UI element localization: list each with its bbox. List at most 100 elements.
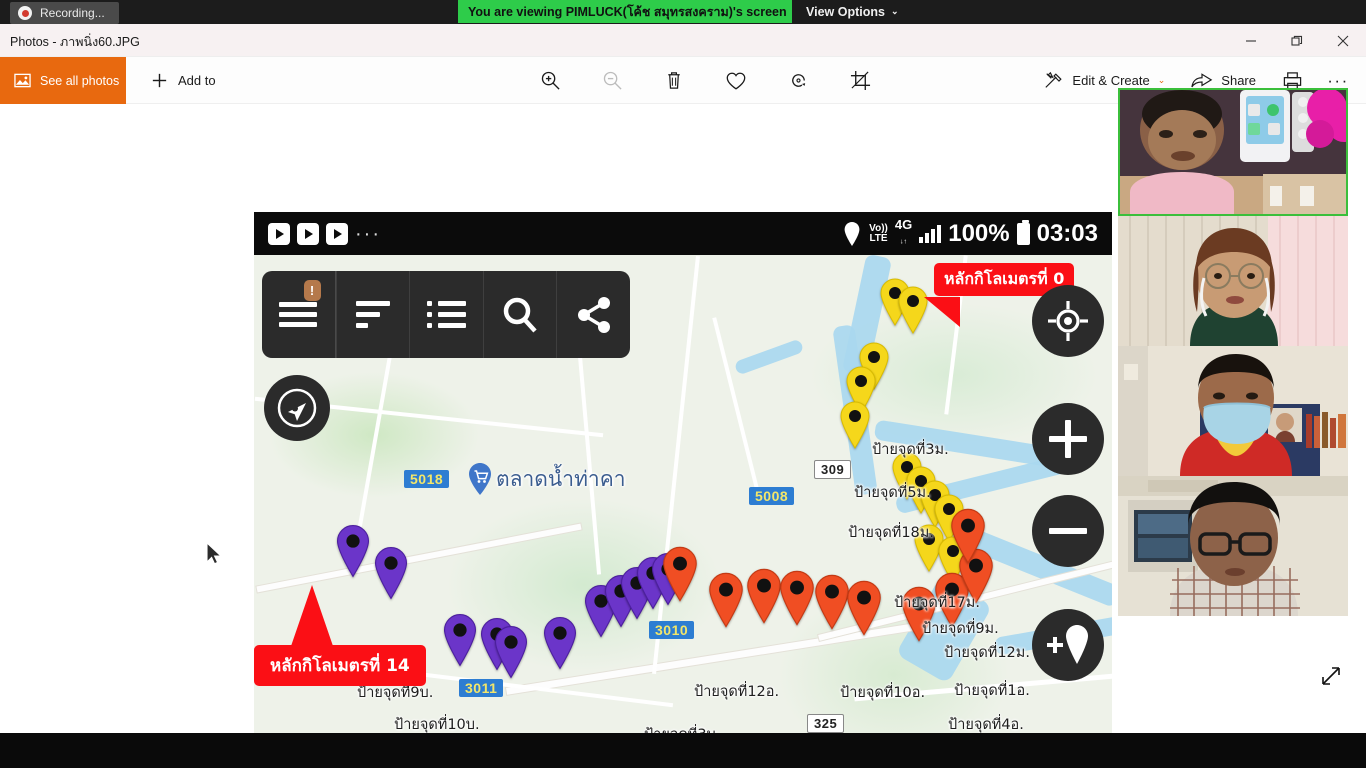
view-options-label: View Options xyxy=(806,4,885,19)
video-notification-icon xyxy=(297,222,319,245)
favorite-button[interactable] xyxy=(716,61,756,101)
add-marker-button[interactable] xyxy=(1032,609,1104,681)
pin-label: ป้ายจุดที่17ม. xyxy=(894,595,980,611)
restore-button[interactable] xyxy=(1274,24,1320,57)
road-shield: 5008 xyxy=(749,487,795,505)
share-label: Share xyxy=(1221,73,1256,88)
minus-icon xyxy=(1049,528,1087,534)
map-pin-purple[interactable] xyxy=(539,615,581,671)
zoom-in-button[interactable] xyxy=(530,61,570,101)
edit-create-label: Edit & Create xyxy=(1072,73,1150,88)
add-marker-icon xyxy=(1047,625,1088,664)
heart-icon xyxy=(726,72,746,90)
zoom-out-button[interactable] xyxy=(592,61,632,101)
map-pin-purple[interactable] xyxy=(332,523,374,579)
video-frame xyxy=(1118,476,1348,616)
pin-label: ป้ายจุดที่9ม. xyxy=(922,621,999,637)
participant-video-4[interactable] xyxy=(1118,476,1348,616)
list-icon xyxy=(426,301,466,328)
callout-tail xyxy=(290,585,334,649)
filter-icon xyxy=(355,295,390,334)
window-controls xyxy=(1228,24,1366,57)
compass-button[interactable] xyxy=(264,375,330,441)
rotate-icon xyxy=(791,74,805,87)
pin-label: ป้ายจุดที่12ม. xyxy=(944,645,1030,661)
road xyxy=(256,523,582,593)
map-zoom-in-button[interactable] xyxy=(1032,403,1104,475)
recording-label: Recording... xyxy=(40,6,105,20)
zoom-video-gallery xyxy=(1118,88,1348,616)
pin-label: ป้ายจุดที่10อ. xyxy=(840,685,926,701)
network-type-indicator: 4G ↓↑ xyxy=(894,217,913,246)
shopping-poi-icon xyxy=(469,463,491,495)
windows-taskbar[interactable] xyxy=(0,733,1366,768)
road xyxy=(712,317,760,493)
status-indicators: Vo)) LTE 4G ↓↑ 100% 03:03 xyxy=(842,217,1098,248)
map-pin-purple[interactable] xyxy=(439,612,481,668)
map-zoom-out-button[interactable] xyxy=(1032,495,1104,567)
map-pin-red[interactable] xyxy=(658,545,702,603)
chevron-down-icon: ⌄ xyxy=(1157,75,1166,85)
search-icon xyxy=(503,297,537,333)
see-all-photos-label: See all photos xyxy=(40,73,120,88)
road-shield: 3011 xyxy=(459,679,504,697)
warning-badge: ! xyxy=(303,280,321,301)
map-app-toolbar: ! xyxy=(262,271,630,358)
video-notification-icon xyxy=(268,222,290,245)
expand-icon xyxy=(1322,667,1340,685)
map-menu-button[interactable]: ! xyxy=(262,271,336,358)
edit-create-icon xyxy=(1045,71,1063,88)
crop-button[interactable] xyxy=(840,61,880,101)
road-shield: 309 xyxy=(814,460,852,479)
participant-video-1[interactable] xyxy=(1118,88,1348,216)
zoom-out-icon xyxy=(603,71,622,90)
add-to-button[interactable]: Add to xyxy=(140,57,226,104)
my-location-button[interactable] xyxy=(1032,285,1104,357)
record-dot-icon xyxy=(18,6,32,20)
map-pin-red[interactable] xyxy=(946,507,990,565)
viewing-screen-text: You are viewing PIMLUCK(โค้ช สมุทรสงคราม… xyxy=(468,4,787,19)
share-icon xyxy=(577,296,610,333)
view-options-button[interactable]: View Options ⌄ xyxy=(792,0,913,23)
trash-icon xyxy=(668,72,680,89)
google-map-surface[interactable]: 5018 5008 309 3011 3010 325 ตลาดน้ำท่าคา xyxy=(254,255,1112,768)
pin-label: ป้ายจุดที่3ม. xyxy=(872,442,949,458)
rotate-button[interactable] xyxy=(778,61,818,101)
video-frame xyxy=(1118,346,1348,476)
map-pin-red[interactable] xyxy=(842,579,886,637)
zoom-screenshare-bar: Recording... You are viewing PIMLUCK(โค้… xyxy=(0,0,1366,24)
phone-status-bar: ··· Vo)) LTE 4G ↓↑ 100% 03:03 xyxy=(254,212,1112,255)
close-button[interactable] xyxy=(1320,24,1366,57)
pin-label: ป้ายจุดที่5ม. xyxy=(854,485,931,501)
see-all-photos-button[interactable]: See all photos xyxy=(0,57,126,104)
minimize-button[interactable] xyxy=(1228,24,1274,57)
map-pin-yellow[interactable] xyxy=(836,400,874,450)
screen-root: Recording... You are viewing PIMLUCK(โค้… xyxy=(0,0,1366,768)
participant-video-3[interactable] xyxy=(1118,346,1348,476)
expand-fullscreen-button[interactable] xyxy=(1314,659,1348,693)
video-notification-icon xyxy=(326,222,348,245)
location-pin-icon xyxy=(844,221,860,246)
map-filter-button[interactable] xyxy=(335,271,410,358)
callout-tail xyxy=(924,297,960,327)
map-search-button[interactable] xyxy=(482,271,557,358)
window-title: Photos - ภาพนิ่ง60.JPG xyxy=(10,35,140,49)
ellipsis-icon: ··· xyxy=(1327,70,1349,90)
my-location-icon xyxy=(1048,301,1088,341)
plus-icon xyxy=(152,73,167,88)
callout-km14: หลักกิโลเมตรที่ 14 xyxy=(254,645,426,686)
volte-indicator: Vo)) LTE xyxy=(869,222,888,244)
map-list-button[interactable] xyxy=(409,271,483,358)
photo-library-icon xyxy=(14,73,31,88)
zoom-in-icon xyxy=(541,71,560,90)
crop-icon xyxy=(850,70,870,91)
add-to-label: Add to xyxy=(178,73,216,88)
map-place-label: ตลาดน้ำท่าคา xyxy=(496,467,626,491)
participant-video-2[interactable] xyxy=(1118,216,1348,346)
clock-label: 03:03 xyxy=(1036,219,1098,247)
map-pin-purple[interactable] xyxy=(370,545,412,601)
map-share-button[interactable] xyxy=(556,271,630,358)
map-pin-purple[interactable] xyxy=(490,624,532,680)
delete-button[interactable] xyxy=(654,61,694,101)
recording-indicator[interactable]: Recording... xyxy=(10,2,119,24)
